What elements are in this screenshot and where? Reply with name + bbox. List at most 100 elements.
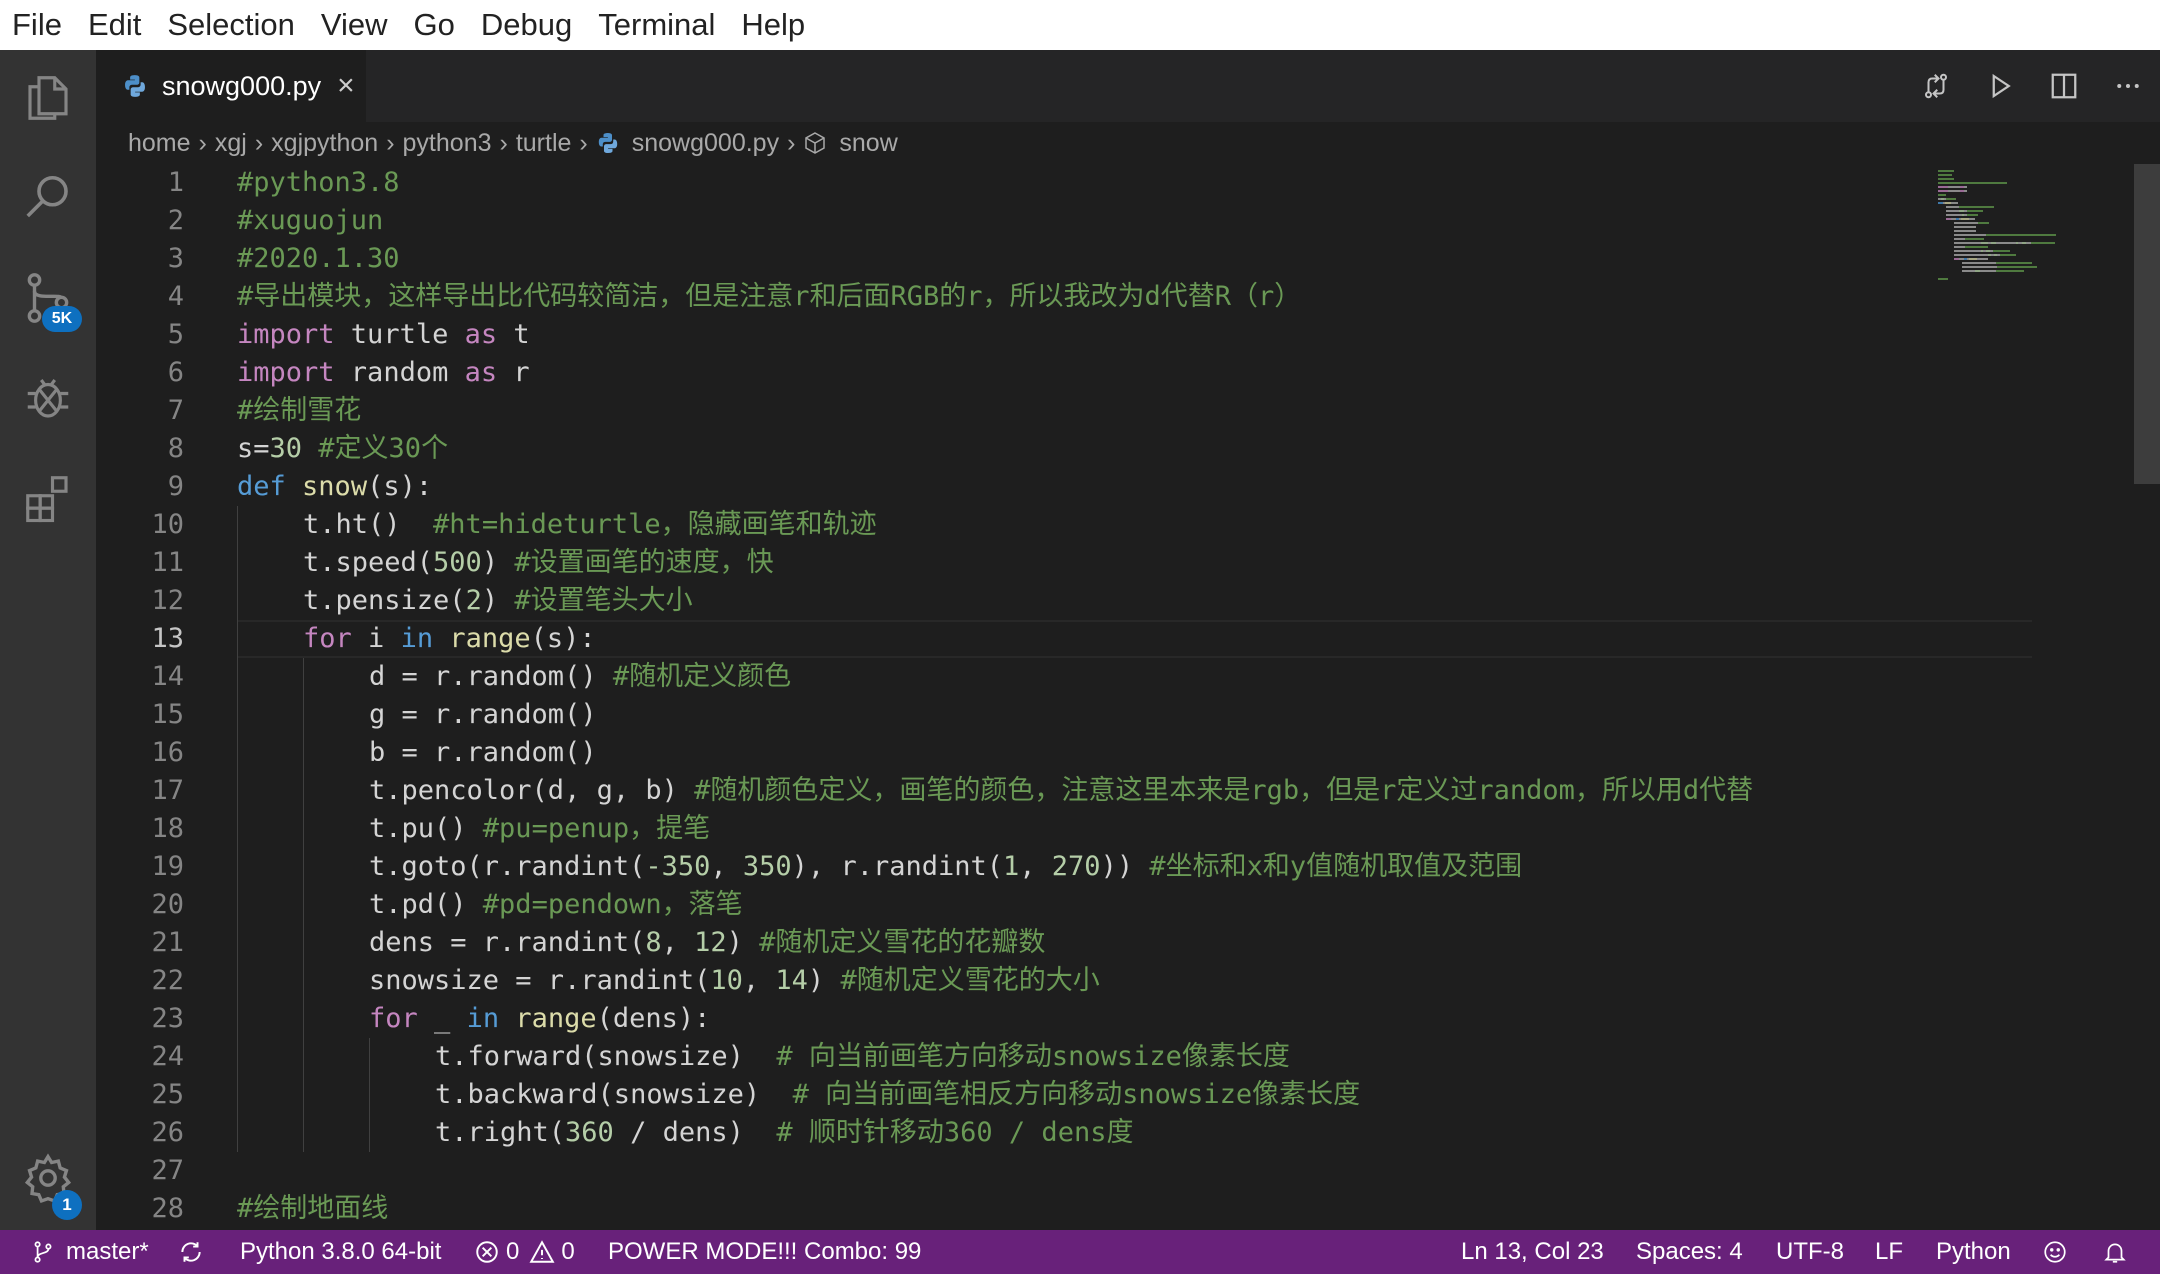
code-line[interactable]: 24 t.forward(snowsize) # 向当前画笔方向移动snowsiz… [96, 1038, 1936, 1076]
code-line[interactable]: 25 t.backward(snowsize) # 向当前画笔相反方向移动snow… [96, 1076, 1936, 1114]
code-line[interactable]: 27 [96, 1152, 1936, 1190]
line-number[interactable]: 21 [96, 924, 184, 962]
line-number[interactable]: 12 [96, 582, 184, 620]
indent-guide [303, 772, 304, 810]
tab-close-icon[interactable]: × [337, 69, 355, 103]
code-line[interactable]: 17 t.pencolor(d, g, b) #随机颜色定义，画笔的颜色，注意这里… [96, 772, 1936, 810]
code-line[interactable]: 22 snowsize = r.randint(10, 14) #随机定义雪花的大… [96, 962, 1936, 1000]
line-number[interactable]: 28 [96, 1190, 184, 1228]
status-notifications[interactable] [2102, 1230, 2128, 1274]
breadcrumb-xgjpython[interactable]: xgjpython [271, 129, 378, 158]
activity-search[interactable] [0, 150, 96, 246]
status-language[interactable]: Python [1936, 1230, 2011, 1274]
status-branch[interactable]: master* [30, 1230, 149, 1274]
line-number[interactable]: 13 [96, 620, 184, 658]
line-number[interactable]: 5 [96, 316, 184, 354]
indent-guide [303, 962, 304, 1000]
more-actions-button[interactable] [2096, 71, 2160, 101]
line-number[interactable]: 25 [96, 1076, 184, 1114]
code-line[interactable]: 9 def snow(s): [96, 468, 1936, 506]
open-changes-button[interactable] [1904, 71, 1968, 101]
minimap[interactable] [1934, 164, 2134, 464]
activity-explorer[interactable] [0, 50, 96, 146]
code-line[interactable]: 10 t.ht() #ht=hideturtle，隐藏画笔和轨迹 [96, 506, 1936, 544]
code-editor[interactable]: 1 #python3.8 2 #xuguojun 3 #2020.1.30 4 #导出模块，这… [96, 164, 2160, 1230]
status-eol[interactable]: LF [1875, 1230, 1903, 1274]
line-number[interactable]: 15 [96, 696, 184, 734]
line-number[interactable]: 17 [96, 772, 184, 810]
code-line[interactable]: 3 #2020.1.30 [96, 240, 1936, 278]
code-line[interactable]: 20 t.pd() #pd=pendown，落笔 [96, 886, 1936, 924]
line-number[interactable]: 14 [96, 658, 184, 696]
code-line[interactable]: 14 d = r.random() #随机定义颜色 [96, 658, 1936, 696]
status-interpreter[interactable]: Python 3.8.0 64-bit [240, 1230, 441, 1274]
code-line[interactable]: 26 t.right(360 / dens) # 顺时针移动360 / dens度 [96, 1114, 1936, 1152]
line-number[interactable]: 1 [96, 164, 184, 202]
menu-edit[interactable]: Edit [88, 7, 141, 43]
line-number[interactable]: 10 [96, 506, 184, 544]
line-number[interactable]: 24 [96, 1038, 184, 1076]
line-number[interactable]: 19 [96, 848, 184, 886]
status-sync[interactable] [178, 1230, 204, 1274]
menu-go[interactable]: Go [414, 7, 455, 43]
code-line[interactable]: 7 #绘制雪花 [96, 392, 1936, 430]
menu-view[interactable]: View [321, 7, 388, 43]
code-line[interactable]: 28 #绘制地面线 [96, 1190, 1936, 1228]
status-indentation[interactable]: Spaces: 4 [1636, 1230, 1743, 1274]
code-line[interactable]: 8 s=30 #定义30个 [96, 430, 1936, 468]
code-line[interactable]: 5 import turtle as t [96, 316, 1936, 354]
status-feedback[interactable] [2042, 1230, 2068, 1274]
run-button[interactable] [1968, 71, 2032, 101]
line-number[interactable]: 9 [96, 468, 184, 506]
line-number[interactable]: 7 [96, 392, 184, 430]
code-line[interactable]: 19 t.goto(r.randint(-350, 350), r.randint… [96, 848, 1936, 886]
code-line[interactable]: 18 t.pu() #pu=penup，提笔 [96, 810, 1936, 848]
menu-selection[interactable]: Selection [167, 7, 295, 43]
breadcrumb-python3[interactable]: python3 [403, 129, 492, 158]
code-line[interactable]: 13 for i in range(s): [96, 620, 1936, 658]
line-number[interactable]: 20 [96, 886, 184, 924]
breadcrumb-symbol[interactable]: snow [839, 129, 897, 158]
code-line[interactable]: 12 t.pensize(2) #设置笔头大小 [96, 582, 1936, 620]
status-problems[interactable]: 0 0 [474, 1230, 575, 1274]
editor-scrollbar[interactable] [2134, 164, 2160, 484]
line-number[interactable]: 8 [96, 430, 184, 468]
activity-debug[interactable] [0, 350, 96, 446]
line-number[interactable]: 23 [96, 1000, 184, 1038]
breadcrumb-file[interactable]: snowg000.py [632, 129, 779, 158]
line-number[interactable]: 16 [96, 734, 184, 772]
line-number[interactable]: 4 [96, 278, 184, 316]
code-line[interactable]: 4 #导出模块，这样导出比代码较简洁，但是注意r和后面RGB的r，所以我改为d代替… [96, 278, 1936, 316]
status-encoding[interactable]: UTF-8 [1776, 1230, 1844, 1274]
tab-snowg000[interactable]: snowg000.py × [96, 50, 366, 122]
menu-help[interactable]: Help [741, 7, 805, 43]
code-line[interactable]: 21 dens = r.randint(8, 12) #随机定义雪花的花瓣数 [96, 924, 1936, 962]
line-number[interactable]: 3 [96, 240, 184, 278]
code-line[interactable]: 15 g = r.random() [96, 696, 1936, 734]
code-line[interactable]: 6 import random as r [96, 354, 1936, 392]
activity-source-control[interactable]: 5K [0, 250, 96, 346]
split-editor-button[interactable] [2032, 71, 2096, 101]
code-line[interactable]: 16 b = r.random() [96, 734, 1936, 772]
line-number[interactable]: 2 [96, 202, 184, 240]
code-line[interactable]: 23 for _ in range(dens): [96, 1000, 1936, 1038]
breadcrumb-home[interactable]: home [128, 129, 191, 158]
code-line[interactable]: 1 #python3.8 [96, 164, 1936, 202]
activity-manage[interactable]: 1 [0, 1130, 96, 1226]
line-number[interactable]: 11 [96, 544, 184, 582]
activity-extensions[interactable] [0, 450, 96, 546]
menu-terminal[interactable]: Terminal [598, 7, 715, 43]
menu-file[interactable]: File [12, 7, 62, 43]
breadcrumb-turtle[interactable]: turtle [516, 129, 572, 158]
breadcrumb-xgj[interactable]: xgj [215, 129, 247, 158]
line-number[interactable]: 18 [96, 810, 184, 848]
code-line[interactable]: 11 t.speed(500) #设置画笔的速度，快 [96, 544, 1936, 582]
status-cursor-position[interactable]: Ln 13, Col 23 [1461, 1230, 1604, 1274]
line-number[interactable]: 26 [96, 1114, 184, 1152]
line-number[interactable]: 27 [96, 1152, 184, 1190]
line-number[interactable]: 6 [96, 354, 184, 392]
menu-debug[interactable]: Debug [481, 7, 572, 43]
line-number[interactable]: 22 [96, 962, 184, 1000]
minimap-line [1954, 250, 1982, 252]
code-line[interactable]: 2 #xuguojun [96, 202, 1936, 240]
